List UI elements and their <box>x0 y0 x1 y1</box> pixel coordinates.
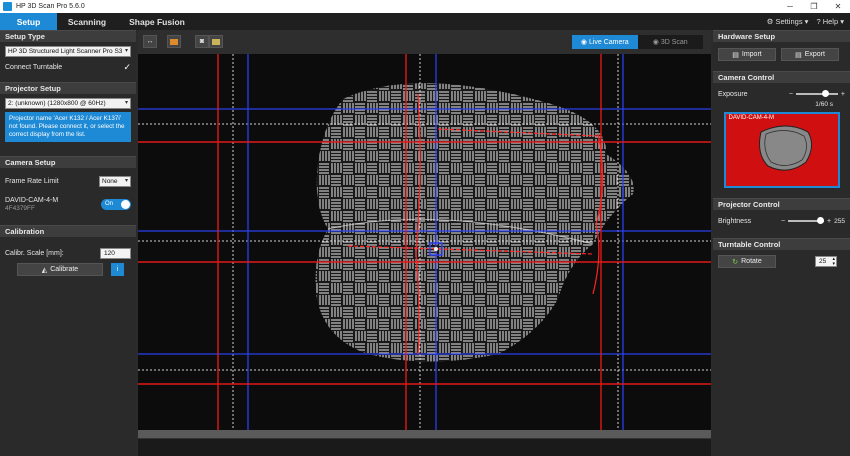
folder-icon <box>212 38 220 45</box>
rotate-button[interactable]: ↻ Rotate <box>718 255 776 268</box>
eye-icon: ◉ <box>580 39 589 46</box>
live-camera-button[interactable]: ◉ Live Camera <box>572 35 638 49</box>
calibrate-icon: ◭ <box>41 266 48 274</box>
projector-control-header: Projector Control <box>713 198 850 210</box>
tab-shape-fusion[interactable]: Shape Fusion <box>117 13 197 30</box>
calibration-scale-input[interactable]: 120 <box>100 247 131 259</box>
calibration-scale-label: Calibr. Scale [mm]: <box>5 249 64 257</box>
close-icon[interactable]: ✕ <box>826 0 850 13</box>
camera-viewport: ↔ ◙ ◉ Live Camera ◉ 3D Scan <box>138 30 711 456</box>
exposure-slider[interactable] <box>795 89 838 99</box>
chevron-down-icon: ▾ <box>124 100 128 106</box>
plus-icon[interactable]: + <box>827 218 831 225</box>
right-panel: Hardware Setup ▤ Import ▤ Export Camera Co… <box>713 30 850 456</box>
camera-setup-header: Camera Setup <box>0 156 136 168</box>
turntable-control-header: Turntable Control <box>713 238 850 250</box>
view-mode-switch: ◉ Live Camera ◉ 3D Scan <box>572 35 703 49</box>
preview-camera-label: DAVID-CAM-4-M <box>728 115 775 121</box>
app-icon <box>3 2 12 11</box>
export-button[interactable]: ▤ Export <box>781 48 839 61</box>
minimize-icon[interactable]: ─ <box>778 0 802 13</box>
camera-preview[interactable]: DAVID-CAM-4-M <box>723 112 840 188</box>
import-button[interactable]: ▤ Import <box>718 48 776 61</box>
settings-menu[interactable]: ⚙ Settings ▾ <box>767 17 809 26</box>
image-icon <box>170 38 178 45</box>
export-icon: ▤ <box>795 51 802 59</box>
gear-icon: ⚙ <box>766 17 774 26</box>
chevron-down-icon: ▾ <box>124 177 128 184</box>
brightness-label: Brightness <box>718 217 752 225</box>
expand-icon: ↔ <box>146 38 154 45</box>
projector-warning: Projector name 'Acer K132 / Acer K137i' … <box>5 112 131 142</box>
connect-turntable-checkbox[interactable]: ✓ <box>123 62 131 73</box>
3d-scan-button[interactable]: ◉ 3D Scan <box>637 35 703 49</box>
exposure-slider-knob[interactable] <box>822 90 830 97</box>
help-icon: ? <box>816 17 821 26</box>
frame-rate-label: Frame Rate Limit <box>5 177 59 185</box>
horizontal-scrollbar[interactable] <box>138 430 711 438</box>
camera-icon: ◙ <box>199 38 205 45</box>
info-icon: i <box>116 266 119 273</box>
live-camera-image <box>138 54 711 430</box>
plus-icon[interactable]: + <box>841 91 845 98</box>
rotate-icon: ↻ <box>732 258 739 266</box>
left-panel: Setup Type HP 3D Structured Light Scanne… <box>0 30 136 456</box>
viewport-status-area <box>138 438 711 456</box>
exposure-value: 1/60 s <box>815 101 833 108</box>
toggle-panels-button[interactable]: ↔ <box>143 35 157 48</box>
calibrate-button[interactable]: ◭ Calibrate <box>17 263 103 276</box>
camera-preview-image <box>725 114 838 186</box>
projector-display-select[interactable]: 2: (unknown) (1280x800 @ 60Hz) ▾ <box>5 98 131 109</box>
chevron-down-icon: ▾ <box>124 48 128 54</box>
rotate-angle-input[interactable]: 25 ▴ ▾ <box>815 256 837 267</box>
open-folder-button[interactable] <box>209 35 223 48</box>
import-icon: ▤ <box>732 51 739 59</box>
projector-setup-header: Projector Setup <box>0 82 136 94</box>
minus-icon[interactable]: − <box>789 91 793 98</box>
toggle-knob <box>121 199 130 209</box>
camera-name: DAVID-CAM-4-M <box>5 196 59 204</box>
main-tab-bar: Setup Scanning Shape Fusion ⚙ Settings ▾… <box>0 13 850 30</box>
spinner-icon[interactable]: ▴ ▾ <box>832 257 835 267</box>
eye-icon: ◉ <box>652 39 661 46</box>
calibration-info-button[interactable]: i <box>111 263 124 276</box>
brightness-slider[interactable] <box>788 216 825 226</box>
calibration-header: Calibration <box>0 225 136 237</box>
viewport-toolbar: ↔ ◙ ◉ Live Camera ◉ 3D Scan <box>138 30 711 54</box>
tab-setup[interactable]: Setup <box>0 13 57 30</box>
setup-type-header: Setup Type <box>0 30 136 42</box>
brightness-value: 255 <box>834 217 845 225</box>
snapshot-button[interactable] <box>167 35 181 48</box>
camera-id: 4F4379FF <box>5 204 35 212</box>
tab-scanning[interactable]: Scanning <box>57 13 117 30</box>
frame-rate-select[interactable]: None ▾ <box>99 175 131 187</box>
minus-icon[interactable]: − <box>781 218 785 225</box>
hardware-setup-header: Hardware Setup <box>713 30 850 42</box>
help-menu[interactable]: ? Help ▾ <box>816 17 844 26</box>
camera-control-header: Camera Control <box>713 71 850 83</box>
brightness-slider-knob[interactable] <box>817 217 825 224</box>
exposure-label: Exposure <box>718 90 748 98</box>
connect-turntable-label: Connect Turntable <box>5 63 63 71</box>
scanner-select[interactable]: HP 3D Structured Light Scanner Pro S3 ▾ <box>5 46 131 57</box>
camera-toggle[interactable]: On <box>101 198 131 210</box>
window-title: HP 3D Scan Pro 5.6.0 <box>16 3 85 10</box>
maximize-icon[interactable]: ❐ <box>802 0 826 13</box>
title-bar: HP 3D Scan Pro 5.6.0 ─ ❐ ✕ <box>0 0 850 13</box>
camera-capture-button[interactable]: ◙ <box>195 35 209 48</box>
